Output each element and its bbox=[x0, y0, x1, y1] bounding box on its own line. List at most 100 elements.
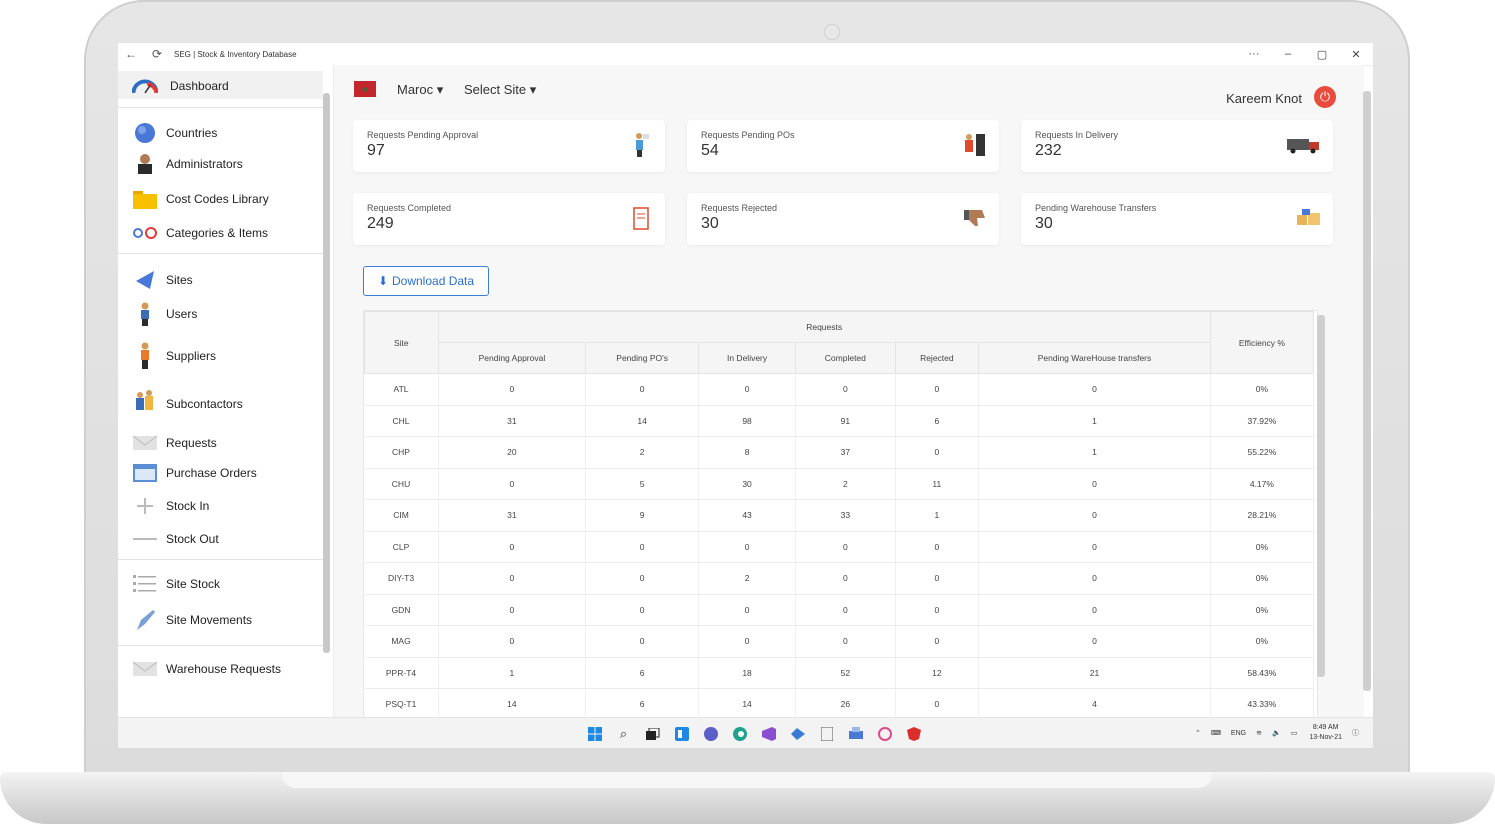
card-pending-approval[interactable]: Requests Pending Approval 97 bbox=[353, 120, 665, 172]
visual-studio-icon[interactable] bbox=[754, 724, 783, 744]
card-value: 97 bbox=[367, 142, 385, 159]
country-flag-icon: ★ bbox=[354, 81, 376, 97]
card-warehouse-transfers[interactable]: Pending Warehouse Transfers 30 bbox=[1021, 193, 1333, 245]
count-cell: 43 bbox=[698, 499, 797, 532]
sidebar-item-categories[interactable]: Categories & Items bbox=[132, 222, 268, 244]
sidebar-item-purchase-orders[interactable]: Purchase Orders bbox=[132, 462, 257, 484]
site-cell: ATL bbox=[364, 373, 439, 406]
col-header[interactable]: Pending Approval bbox=[437, 342, 587, 374]
card-value: 30 bbox=[701, 215, 719, 232]
table-row[interactable]: PSQ-T1 14 6 14 26 0 4 43.33% bbox=[364, 688, 1315, 717]
app-active-icon[interactable] bbox=[841, 724, 870, 744]
col-header[interactable]: Pending WareHouse transfers bbox=[978, 342, 1211, 374]
col-header[interactable]: In Delivery bbox=[697, 342, 797, 374]
clickup-icon[interactable] bbox=[870, 724, 899, 744]
card-pending-pos[interactable]: Requests Pending POs 54 bbox=[687, 120, 999, 172]
site-dropdown[interactable]: Select Site ▾ bbox=[464, 82, 536, 98]
maximize-button[interactable]: ▢ bbox=[1305, 48, 1339, 61]
widgets-icon[interactable] bbox=[667, 724, 696, 744]
sidebar-item-dashboard[interactable]: Dashboard bbox=[132, 75, 229, 97]
country-dropdown[interactable]: Maroc ▾ bbox=[397, 82, 443, 98]
sidebar-item-requests[interactable]: Requests bbox=[132, 432, 217, 454]
user-name[interactable]: Kareem Knot bbox=[1226, 91, 1302, 106]
count-cell: 2 bbox=[698, 562, 797, 595]
table-row[interactable]: CHL 31 14 98 91 6 1 37.92% bbox=[364, 405, 1315, 437]
table-row[interactable]: CHU 0 5 30 2 11 0 4.17% bbox=[364, 468, 1315, 500]
volume-icon[interactable]: 🔈 bbox=[1272, 729, 1281, 737]
language-indicator[interactable]: ENG bbox=[1231, 730, 1246, 737]
task-view-icon[interactable] bbox=[638, 724, 667, 744]
sidebar-item-stock-out[interactable]: Stock Out bbox=[132, 528, 219, 550]
count-cell: 0 bbox=[698, 594, 797, 626]
azure-icon[interactable] bbox=[783, 724, 812, 744]
sidebar-item-warehouse-requests[interactable]: Warehouse Requests bbox=[132, 658, 281, 680]
sidebar-item-countries[interactable]: Countries bbox=[132, 122, 217, 144]
count-cell: 0 bbox=[895, 625, 980, 658]
count-cell: 0 bbox=[438, 531, 587, 563]
sidebar-item-site-stock[interactable]: Site Stock bbox=[132, 573, 220, 595]
col-header[interactable]: Pending PO's bbox=[585, 342, 699, 374]
sidebar-item-cost-codes[interactable]: Cost Codes Library bbox=[132, 188, 269, 210]
sidebar-item-label: Users bbox=[166, 307, 198, 321]
table-row[interactable]: DIY-T3 0 0 2 0 0 0 0% bbox=[364, 562, 1315, 595]
envelope-icon bbox=[132, 658, 158, 680]
count-cell: 4 bbox=[978, 688, 1211, 717]
sidebar-item-site-movements[interactable]: Site Movements bbox=[132, 609, 252, 631]
table-row[interactable]: MAG 0 0 0 0 0 0 0% bbox=[364, 625, 1315, 658]
battery-icon[interactable]: ▭ bbox=[1291, 729, 1298, 737]
search-icon[interactable]: ⌕ bbox=[609, 724, 638, 744]
power-icon[interactable]: ⏻ bbox=[1314, 86, 1336, 108]
table-scrollbar[interactable] bbox=[1317, 315, 1325, 677]
sidebar-item-stock-in[interactable]: Stock In bbox=[132, 495, 209, 517]
sidebar-item-label: Cost Codes Library bbox=[166, 192, 269, 206]
count-cell: 1 bbox=[978, 436, 1211, 469]
divider bbox=[118, 253, 323, 254]
table-row[interactable]: CLP 0 0 0 0 0 0 0% bbox=[364, 531, 1315, 563]
card-in-delivery[interactable]: Requests In Delivery 232 bbox=[1021, 120, 1333, 172]
clock[interactable]: 8:49 AM 13-Nov-21 bbox=[1309, 723, 1342, 743]
table-row[interactable]: GDN 0 0 0 0 0 0 0% bbox=[364, 594, 1315, 626]
table-row[interactable]: CHP 20 2 8 37 0 1 55.22% bbox=[364, 436, 1315, 469]
table-row[interactable]: CIM 31 9 43 33 1 0 28.21% bbox=[364, 499, 1315, 532]
people-icon bbox=[963, 132, 987, 158]
sidebar-item-users[interactable]: Users bbox=[132, 302, 198, 326]
minimize-button[interactable]: – bbox=[1271, 48, 1305, 61]
count-cell: 14 bbox=[438, 688, 587, 717]
sidebar-scrollbar[interactable] bbox=[323, 93, 330, 653]
efficiency-cell: 0% bbox=[1210, 373, 1315, 406]
sidebar-item-sites[interactable]: Sites bbox=[132, 269, 193, 291]
sidebar-item-administrators[interactable]: Administrators bbox=[132, 153, 243, 175]
efficiency-header[interactable]: Efficiency % bbox=[1209, 311, 1315, 374]
col-header[interactable]: Completed bbox=[795, 342, 896, 374]
more-options-icon[interactable]: ··· bbox=[1237, 48, 1271, 61]
wifi-icon[interactable]: ≋ bbox=[1256, 729, 1262, 737]
refresh-icon[interactable]: ⟳ bbox=[150, 47, 164, 61]
count-cell: 0 bbox=[895, 688, 980, 717]
keyboard-icon[interactable]: ⌨ bbox=[1211, 729, 1221, 737]
download-data-button[interactable]: ⬇ Download Data bbox=[363, 266, 489, 296]
sidebar-item-label: Site Movements bbox=[166, 613, 253, 627]
angular-icon[interactable] bbox=[899, 724, 928, 744]
count-cell: 0 bbox=[795, 625, 896, 658]
notification-icon[interactable]: ⓘ bbox=[1352, 728, 1359, 738]
close-button[interactable]: ✕ bbox=[1339, 48, 1373, 61]
card-label: Requests Completed bbox=[367, 203, 452, 213]
back-arrow-icon[interactable]: ← bbox=[124, 47, 138, 61]
table-row[interactable]: ATL 0 0 0 0 0 0 0% bbox=[364, 373, 1315, 406]
chevron-up-icon[interactable]: ⌃ bbox=[1195, 729, 1201, 737]
system-tray: ⌃ ⌨ ENG ≋ 🔈 ▭ 8:49 AM 13-Nov-21 ⓘ bbox=[1185, 723, 1359, 743]
sidebar-item-suppliers[interactable]: Suppliers bbox=[132, 342, 216, 369]
site-header[interactable]: Site bbox=[364, 311, 439, 374]
count-cell: 14 bbox=[698, 688, 797, 717]
table-row[interactable]: PPR-T4 1 6 18 52 12 21 58.43% bbox=[364, 657, 1315, 689]
card-rejected[interactable]: Requests Rejected 30 bbox=[687, 193, 999, 245]
sidebar-item-subcontractors[interactable]: Subcontactors bbox=[132, 390, 243, 415]
windows-start-icon[interactable] bbox=[580, 724, 609, 744]
page-scrollbar[interactable] bbox=[1363, 91, 1371, 691]
col-header[interactable]: Rejected bbox=[894, 342, 980, 374]
chat-icon[interactable] bbox=[696, 724, 725, 744]
card-completed[interactable]: Requests Completed 249 bbox=[353, 193, 665, 245]
count-cell: 0 bbox=[978, 562, 1211, 595]
edge-browser-icon[interactable] bbox=[725, 724, 754, 744]
document-icon[interactable] bbox=[812, 724, 841, 744]
